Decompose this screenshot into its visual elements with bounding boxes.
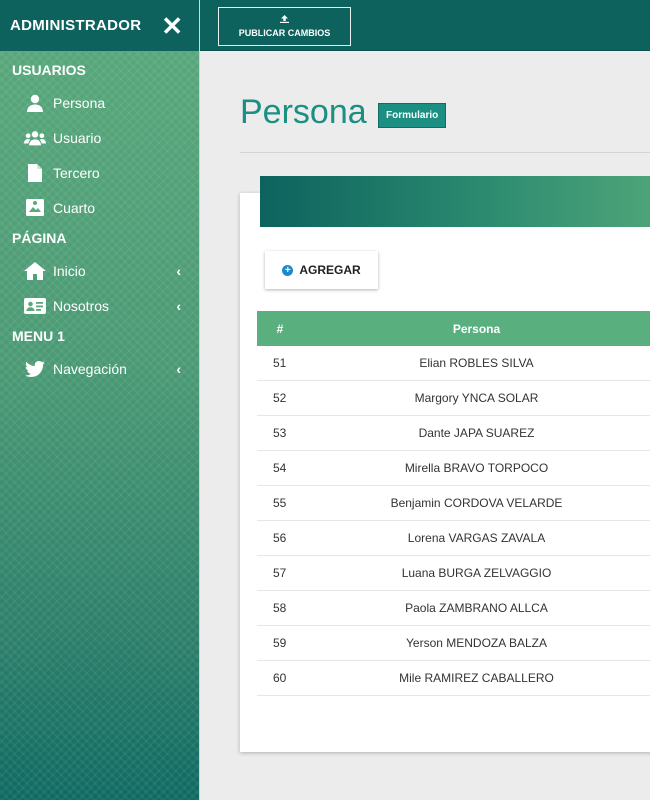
sidebar-item-navegacion[interactable]: Navegación ‹ <box>0 351 199 386</box>
image-icon <box>24 198 46 218</box>
row-number: 51 <box>273 356 287 370</box>
sidebar-section-usuarios: USUARIOS <box>12 62 86 78</box>
row-persona-name: Yerson MENDOZA BALZA <box>406 636 547 650</box>
plus-circle-icon: + <box>282 264 294 276</box>
row-persona-name: Luana BURGA ZELVAGGIO <box>401 566 552 580</box>
sidebar-item-label: Persona <box>53 94 106 111</box>
sidebar-item-label: Cuarto <box>53 199 96 216</box>
column-header-number: # <box>276 321 284 336</box>
content-card: + AGREGAR # Persona 51 Elian ROBLES SILVA… <box>240 176 650 752</box>
row-number: 56 <box>273 531 287 545</box>
sidebar-section-menu1: MENU 1 <box>12 328 65 344</box>
row-number: 54 <box>273 461 287 475</box>
row-persona-name: Paola ZAMBRANO ALLCA <box>405 601 548 615</box>
users-icon <box>24 128 46 148</box>
row-persona-name: Dante JAPA SUAREZ <box>418 426 535 440</box>
divider <box>240 152 650 153</box>
row-number: 58 <box>273 601 287 615</box>
table-row[interactable]: 60 Mile RAMIREZ CABALLERO <box>257 661 650 696</box>
chevron-left-icon[interactable]: ‹ <box>176 361 181 377</box>
sidebar-item-persona[interactable]: Persona <box>0 85 199 120</box>
sidebar-item-tercero[interactable]: Tercero <box>0 155 199 190</box>
row-persona-name: Elian ROBLES SILVA <box>419 356 534 370</box>
row-number: 57 <box>273 566 287 580</box>
row-number: 60 <box>273 671 287 685</box>
sidebar-section-pagina: PÁGINA <box>12 230 67 246</box>
table-row[interactable]: 53 Dante JAPA SUAREZ <box>257 416 650 451</box>
row-number: 52 <box>273 391 287 405</box>
sidebar-item-usuario[interactable]: Usuario <box>0 120 199 155</box>
topbar: PUBLICAR CAMBIOS <box>200 0 650 51</box>
chevron-left-icon[interactable]: ‹ <box>176 298 181 314</box>
sidebar-item-nosotros[interactable]: Nosotros ‹ <box>0 288 199 323</box>
form-badge: Formulario <box>378 103 447 128</box>
sidebar-item-label: Inicio <box>53 262 86 279</box>
file-icon <box>24 163 46 183</box>
table-row[interactable]: 58 Paola ZAMBRANO ALLCA <box>257 591 650 626</box>
home-icon <box>24 261 46 281</box>
table-row[interactable]: 56 Lorena VARGAS ZAVALA <box>257 521 650 556</box>
table-header: # Persona <box>257 311 650 346</box>
id-card-icon <box>24 296 46 316</box>
user-icon <box>24 93 46 113</box>
twitter-icon <box>24 359 46 379</box>
row-number: 55 <box>273 496 287 510</box>
add-button-label: AGREGAR <box>299 263 361 277</box>
add-button[interactable]: + AGREGAR <box>265 251 378 289</box>
page-title: Persona <box>240 93 367 131</box>
close-icon[interactable]: ✕ <box>161 13 183 39</box>
table-row[interactable]: 54 Mirella BRAVO TORPOCO <box>257 451 650 486</box>
sidebar-item-label: Usuario <box>53 129 102 146</box>
row-persona-name: Mirella BRAVO TORPOCO <box>404 461 549 475</box>
persona-table: # Persona 51 Elian ROBLES SILVA 52 Margory … <box>257 311 650 696</box>
main-content: Persona Formulario + AGREGAR # Persona 5… <box>200 51 650 800</box>
card-header <box>260 176 650 227</box>
sidebar-item-cuarto[interactable]: Cuarto <box>0 190 199 225</box>
sidebar-header: ADMINISTRADOR ✕ <box>0 0 199 51</box>
table-row[interactable]: 57 Luana BURGA ZELVAGGIO <box>257 556 650 591</box>
publish-changes-label: PUBLICAR CAMBIOS <box>238 28 331 38</box>
sidebar-item-label: Navegación <box>53 360 127 377</box>
sidebar: ADMINISTRADOR ✕ USUARIOS Persona Usuario… <box>0 0 200 800</box>
table-row[interactable]: 55 Benjamin CORDOVA VELARDE <box>257 486 650 521</box>
row-persona-name: Benjamin CORDOVA VELARDE <box>390 496 563 510</box>
sidebar-item-inicio[interactable]: Inicio ‹ <box>0 253 199 288</box>
chevron-left-icon[interactable]: ‹ <box>176 263 181 279</box>
sidebar-item-label: Nosotros <box>53 297 110 314</box>
column-header-persona: Persona <box>452 321 501 336</box>
row-persona-name: Lorena VARGAS ZAVALA <box>407 531 546 545</box>
table-row[interactable]: 51 Elian ROBLES SILVA <box>257 346 650 381</box>
table-row[interactable]: 59 Yerson MENDOZA BALZA <box>257 626 650 661</box>
upload-icon <box>280 15 289 25</box>
table-body: 51 Elian ROBLES SILVA 52 Margory YNCA SOLAR… <box>257 346 650 696</box>
sidebar-title: ADMINISTRADOR <box>10 17 142 34</box>
row-number: 59 <box>273 636 287 650</box>
row-persona-name: Margory YNCA SOLAR <box>414 391 539 405</box>
table-row[interactable]: 52 Margory YNCA SOLAR <box>257 381 650 416</box>
sidebar-item-label: Tercero <box>53 164 100 181</box>
row-number: 53 <box>273 426 287 440</box>
publish-changes-button[interactable]: PUBLICAR CAMBIOS <box>218 7 351 46</box>
row-persona-name: Mile RAMIREZ CABALLERO <box>399 671 554 685</box>
